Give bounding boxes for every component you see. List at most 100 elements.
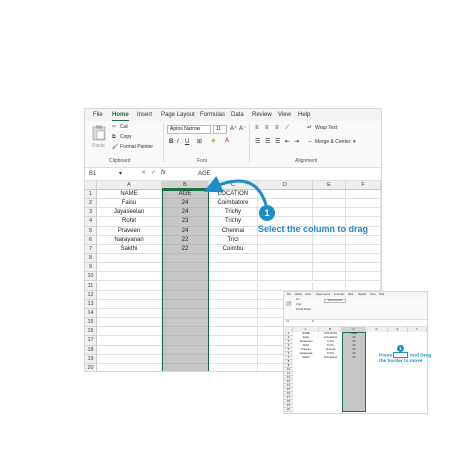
inset-tab-data[interactable]: Data (348, 293, 353, 296)
cut-button[interactable]: Cut (120, 124, 128, 130)
row-header[interactable]: 2 (85, 199, 97, 209)
formula-input[interactable]: AGE (198, 171, 211, 177)
row-header[interactable]: 4 (85, 217, 97, 227)
grid-cell[interactable]: Faisu (97, 199, 162, 209)
inset-font-name-box[interactable]: Aptos Narrow (324, 299, 346, 303)
inset-grid-cell[interactable]: Sakthi (293, 356, 319, 360)
grid-cell[interactable]: NAME (97, 190, 162, 200)
column-header-f[interactable]: F (346, 181, 381, 190)
grid-cell[interactable] (209, 263, 258, 273)
tab-insert[interactable]: Insert (137, 111, 152, 119)
function-icon[interactable]: fx (161, 170, 166, 176)
grid-cell[interactable]: 22 (162, 244, 209, 255)
grid-cell[interactable] (162, 308, 209, 319)
row-header[interactable]: 15 (85, 318, 97, 328)
grid-cell[interactable] (209, 363, 258, 371)
column-header-a[interactable]: A (97, 181, 162, 190)
grid-cell[interactable] (209, 290, 258, 300)
row-header[interactable]: 11 (85, 281, 97, 291)
format-painter-button[interactable]: Format Painter (120, 144, 153, 150)
row-header[interactable]: 14 (85, 308, 97, 319)
grid-cell[interactable]: Praveen (97, 226, 162, 236)
underline-button[interactable]: U (185, 139, 189, 145)
grid-cell[interactable]: Narayanan (97, 235, 162, 245)
grid-cell[interactable] (346, 272, 381, 282)
grid-cell[interactable]: 24 (162, 208, 209, 218)
grid-cell[interactable] (313, 254, 346, 264)
row-header[interactable]: 12 (85, 290, 97, 300)
grid-cell[interactable] (209, 345, 258, 355)
grid-cell[interactable] (346, 281, 381, 291)
tab-view[interactable]: View (278, 111, 291, 119)
row-header[interactable]: 20 (85, 363, 97, 371)
merge-center-button[interactable]: Merge & Center (315, 139, 350, 145)
font-size-box[interactable]: 11 (213, 125, 227, 134)
borders-icon[interactable]: ⊞ (197, 139, 202, 145)
font-color-icon[interactable]: A (225, 138, 229, 144)
italic-button[interactable]: I (177, 139, 179, 145)
grid-cell[interactable] (258, 190, 313, 200)
confirm-icon[interactable]: ✓ (151, 170, 156, 176)
align-left-icon[interactable]: ☰ (255, 139, 260, 145)
grid-cell[interactable] (162, 254, 209, 264)
grid-cell[interactable] (258, 263, 313, 273)
align-bottom-icon[interactable]: ≡ (275, 125, 279, 131)
grid-cell[interactable] (162, 345, 209, 355)
grid-cell[interactable] (162, 263, 209, 273)
column-header-b[interactable]: B (162, 181, 209, 190)
grid-cell[interactable] (346, 263, 381, 273)
paste-button[interactable]: Paste (91, 125, 107, 151)
grid-cell[interactable]: 22 (162, 235, 209, 245)
inset-column-header-d[interactable]: D (366, 327, 388, 332)
row-header[interactable]: 1 (85, 190, 97, 200)
row-header[interactable]: 16 (85, 327, 97, 337)
grid-cell[interactable] (97, 327, 162, 337)
grid-cell[interactable] (162, 281, 209, 291)
row-header[interactable]: 6 (85, 235, 97, 245)
grid-cell[interactable] (209, 308, 258, 319)
fill-color-icon[interactable]: ◈ (211, 138, 216, 144)
row-header[interactable]: 19 (85, 354, 97, 364)
cancel-icon[interactable]: ✕ (141, 170, 146, 176)
grid-cell[interactable] (97, 336, 162, 346)
column-header-d[interactable]: D (258, 181, 313, 190)
grid-cell[interactable] (209, 281, 258, 291)
grid-cell[interactable] (162, 290, 209, 300)
tab-help[interactable]: Help (298, 111, 310, 119)
grid-cell[interactable] (97, 272, 162, 282)
inset-row-header[interactable]: 20 (284, 408, 293, 412)
grid-cell[interactable]: Rohit (97, 217, 162, 227)
name-box[interactable]: B1 (89, 171, 96, 177)
grid-cell[interactable] (258, 235, 313, 245)
grid-cell[interactable]: Coimbu (209, 244, 258, 255)
row-header[interactable]: 13 (85, 299, 97, 309)
inset-paste-icon[interactable]: ▤ (286, 300, 292, 307)
grid-cell[interactable] (209, 272, 258, 282)
inset-column-header-f[interactable]: F (408, 327, 427, 332)
row-header[interactable]: 3 (85, 208, 97, 218)
grid-cell[interactable] (313, 190, 346, 200)
grid-cell[interactable] (313, 244, 346, 255)
row-header[interactable]: 18 (85, 345, 97, 355)
chevron-down-icon[interactable]: ▾ (353, 139, 356, 145)
grid-cell[interactable] (313, 263, 346, 273)
grid-cell[interactable] (346, 199, 381, 209)
inset-tab-file[interactable]: File (287, 293, 291, 296)
grid-cell[interactable] (313, 281, 346, 291)
grid-cell[interactable] (97, 263, 162, 273)
grid-cell[interactable] (209, 254, 258, 264)
inset-format-painter-button[interactable]: Format Painter (296, 309, 311, 311)
grid-cell[interactable] (209, 318, 258, 328)
inset-tab-page-layout[interactable]: Page Layout (316, 293, 330, 296)
tab-page-layout[interactable]: Page Layout (161, 111, 195, 119)
inset-tab-formulas[interactable]: Formulas (334, 293, 344, 296)
grid-cell[interactable]: AGE (162, 190, 209, 200)
grid-cell[interactable] (162, 327, 209, 337)
grid-cell[interactable]: 24 (162, 199, 209, 209)
grid-cell[interactable] (162, 299, 209, 309)
row-header[interactable]: 10 (85, 272, 97, 282)
tab-file[interactable]: File (93, 111, 103, 119)
inset-tab-review[interactable]: Review (358, 293, 366, 296)
grid-cell[interactable] (162, 363, 209, 371)
grid-cell[interactable] (209, 336, 258, 346)
